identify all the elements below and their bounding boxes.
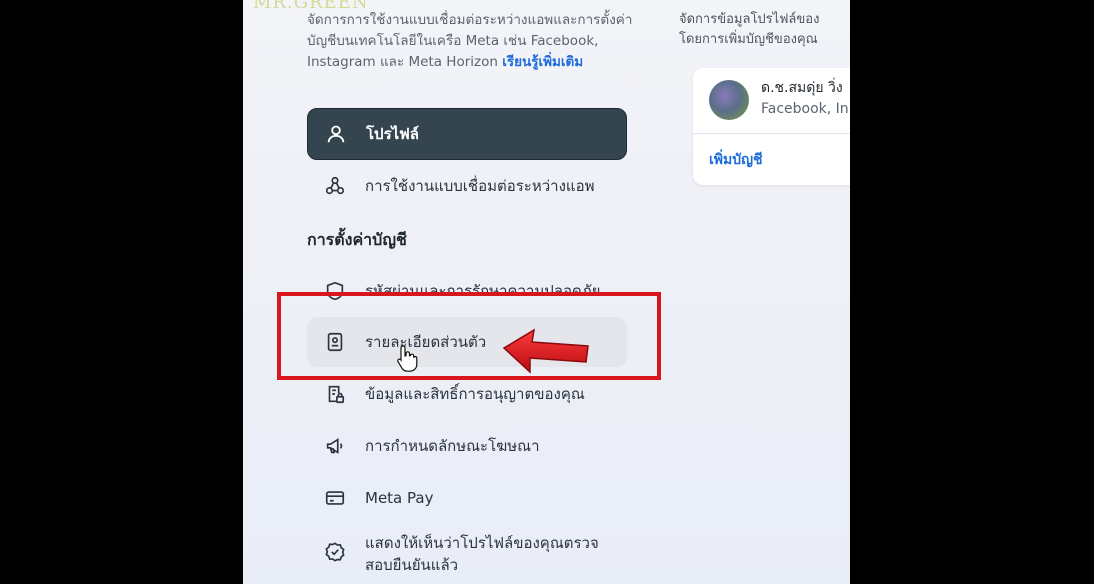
settings-item-label: การกำหนดลักษณะโฆษณา [365, 437, 540, 455]
pointer-arrow-icon [502, 328, 589, 374]
settings-item-label: แสดงให้เห็นว่าโปรไฟล์ของคุณตรวจสอบยืนยัน… [365, 534, 599, 574]
profiles-description-line: จัดการข้อมูลโปรไฟล์ของ [679, 12, 820, 27]
settings-item-label: ข้อมูลและสิทธิ์การอนุญาตของคุณ [365, 385, 585, 403]
settings-item-label: Meta Pay [365, 489, 434, 507]
learn-more-link[interactable]: เรียนรู้เพิ่มเติม [502, 54, 583, 70]
settings-item-verified[interactable]: แสดงให้เห็นว่าโปรไฟล์ของคุณตรวจสอบยืนยัน… [307, 532, 627, 576]
document-lock-icon [323, 382, 347, 406]
add-account-link[interactable]: เพิ่มบัญชี [709, 149, 763, 171]
verified-badge-icon [323, 540, 347, 564]
account-platforms: Facebook, In [761, 101, 849, 117]
nav-item-label: การใช้งานแบบเชื่อมต่อระหว่างแอพ [365, 177, 595, 195]
profiles-description-line: โดยการเพิ่มบัญชีของคุณ [679, 32, 818, 47]
settings-item-ad-preferences[interactable]: การกำหนดลักษณะโฆษณา [307, 421, 627, 471]
account-name[interactable]: ด.ช.สมดุ่ย วิ่ง [761, 77, 843, 99]
nav-item-connected-experiences[interactable]: การใช้งานแบบเชื่อมต่อระหว่างแอพ [307, 161, 627, 211]
profiles-description: จัดการข้อมูลโปรไฟล์ของ โดยการเพิ่มบัญชีข… [679, 10, 850, 50]
connected-nodes-icon [323, 174, 347, 198]
hand-cursor-icon [397, 345, 418, 372]
nav-item-profile[interactable]: โปรไฟล์ [307, 108, 627, 160]
person-icon [324, 122, 348, 146]
nav-item-label: โปรไฟล์ [366, 125, 419, 143]
section-title-account-settings: การตั้งค่าบัญชี [307, 230, 407, 249]
description-text: จัดการการใช้งานแบบเชื่อมต่อระหว่างแอพและ… [307, 12, 633, 70]
avatar[interactable] [709, 80, 749, 120]
card-divider [693, 133, 850, 134]
credit-card-icon [323, 486, 347, 510]
highlight-box [277, 292, 661, 380]
settings-item-meta-pay[interactable]: Meta Pay [307, 473, 627, 523]
accounts-center-description: จัดการการใช้งานแบบเชื่อมต่อระหว่างแอพและ… [307, 10, 637, 73]
megaphone-icon [323, 434, 347, 458]
